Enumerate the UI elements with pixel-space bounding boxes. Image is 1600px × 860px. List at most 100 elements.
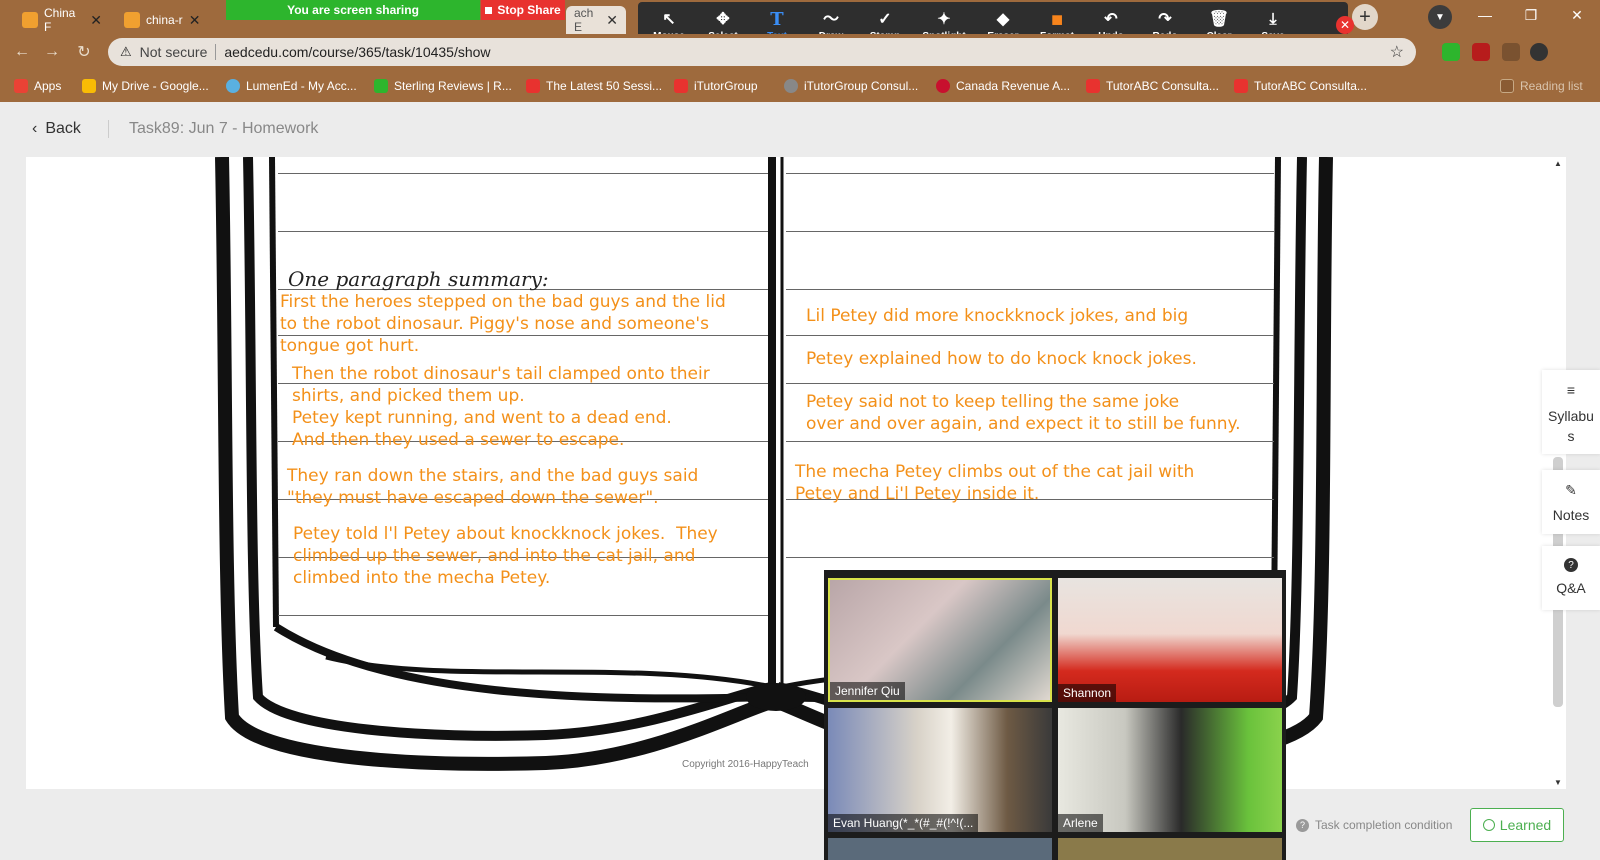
bookmark-item[interactable]: LumenEd - My Acc... [226, 77, 357, 95]
qa-button[interactable]: ? Q&A [1542, 546, 1600, 610]
itutor-icon [1234, 79, 1248, 93]
divider [215, 44, 217, 60]
ruled-line [786, 557, 1274, 558]
syllabus-button[interactable]: ≡ Syllabus [1542, 370, 1600, 454]
bookmark-item[interactable]: The Latest 50 Sessi... [526, 77, 662, 95]
undo-icon: ↶ [1104, 10, 1118, 28]
site-favicon-icon [124, 12, 140, 28]
tab-search-icon[interactable]: ▼ [1428, 5, 1452, 29]
bookmark-item[interactable]: My Drive - Google... [82, 77, 209, 95]
task-completion-condition[interactable]: ? Task completion condition [1296, 818, 1452, 832]
participant-video[interactable] [828, 838, 1052, 860]
bookmark-item[interactable]: Sterling Reviews | R... [374, 77, 512, 95]
format-color-icon: ■ [1050, 8, 1064, 31]
question-icon: ? [1296, 818, 1309, 832]
participant-video[interactable]: Shannon [1058, 578, 1282, 702]
address-bar[interactable]: ⚠ Not secure aedcedu.com/course/365/task… [108, 38, 1416, 66]
close-tab-icon[interactable]: ✕ [606, 12, 618, 29]
page-title: Task89: Jun 7 - Homework [129, 120, 319, 137]
stop-share-label: Stop Share [497, 3, 561, 17]
notes-button[interactable]: ✎ Notes [1542, 470, 1600, 534]
annotation-text[interactable]: Petey said not to keep telling the same … [806, 391, 1241, 435]
scroll-up-arrow-icon[interactable]: ▲ [1550, 159, 1566, 168]
participant-name: Evan Huang(*_*(#_#(!^!(... [828, 814, 979, 832]
bookmark-star-icon[interactable]: ☆ [1390, 42, 1404, 62]
move-icon: ✥ [716, 10, 730, 28]
question-circle-icon: ? [1564, 558, 1578, 572]
annotation-text[interactable]: The mecha Petey climbs out of the cat ja… [795, 461, 1194, 505]
forward-arrow-icon[interactable]: → [42, 42, 62, 62]
lumened-icon [226, 79, 240, 93]
minimize-icon[interactable]: — [1462, 0, 1508, 30]
profile-avatar[interactable] [1530, 43, 1548, 61]
circle-icon [1482, 819, 1495, 831]
reading-list[interactable]: Reading list [1500, 77, 1583, 95]
annotation-text[interactable]: They ran down the stairs, and the bad gu… [287, 465, 698, 509]
text-icon: T [770, 8, 784, 30]
back-arrow-icon[interactable]: ← [12, 42, 32, 62]
bookmark-item[interactable]: iTutorGroup [674, 77, 758, 95]
worksheet-viewer[interactable]: One paragraph summary: First the heroes … [26, 157, 1550, 789]
close-tab-icon[interactable]: ✕ [189, 12, 201, 29]
tab-label: ach E [574, 6, 594, 34]
back-label: Back [45, 120, 81, 137]
reload-icon[interactable]: ↻ [74, 42, 94, 62]
extension-icon[interactable] [1442, 43, 1460, 61]
new-tab-button[interactable]: + [1352, 4, 1378, 30]
browser-tab[interactable]: China F ✕ [14, 6, 110, 34]
restore-icon[interactable]: ❐ [1508, 0, 1554, 30]
ruled-line [786, 441, 1274, 442]
stop-icon [485, 6, 493, 14]
open-book-illustration [215, 157, 1333, 771]
tab-label: china-r [146, 13, 183, 27]
browser-tab[interactable]: china-r ✕ [116, 6, 212, 34]
close-annotation-icon[interactable]: ✕ [1336, 16, 1354, 34]
chevron-left-icon: ‹ [32, 120, 38, 137]
maple-leaf-icon [936, 79, 950, 93]
site-favicon-icon [22, 12, 38, 28]
video-gallery-panel[interactable]: Jennifer Qiu Shannon Evan Huang(*_*(#_#(… [824, 570, 1286, 860]
extensions-puzzle-icon[interactable] [1502, 43, 1520, 61]
draw-icon: 〜 [822, 10, 839, 28]
bookmark-item[interactable]: TutorABC Consulta... [1086, 77, 1219, 95]
back-button[interactable]: ‹ Back [32, 120, 81, 138]
browser-tab-active[interactable]: ach E ✕ [566, 6, 626, 34]
participant-video[interactable]: Evan Huang(*_*(#_#(!^!(... [828, 708, 1052, 832]
annotation-text[interactable]: First the heroes stepped on the bad guys… [280, 291, 726, 357]
spotlight-icon: ✦ [937, 10, 951, 28]
screen-sharing-banner: You are screen sharing [226, 0, 480, 20]
ublock-extension-icon[interactable] [1472, 43, 1490, 61]
participant-video[interactable]: Jennifer Qiu [828, 578, 1052, 702]
close-tab-icon[interactable]: ✕ [90, 12, 102, 29]
participant-name: Shannon [1058, 684, 1117, 702]
checkmark-icon: ✓ [878, 10, 892, 28]
star-bookmark-icon [374, 79, 388, 93]
navigation-bar: ← → ↻ ⚠ Not secure aedcedu.com/course/36… [0, 34, 1600, 70]
itutor-icon [1086, 79, 1100, 93]
bookmark-item[interactable]: Apps [14, 77, 61, 95]
annotation-text[interactable]: Lil Petey did more knockknock jokes, and… [806, 305, 1188, 327]
ruled-line [786, 335, 1274, 336]
syllabus-label: Syllabus [1548, 408, 1594, 444]
learned-button[interactable]: Learned [1470, 808, 1564, 842]
annotation-text[interactable]: Petey explained how to do knock knock jo… [806, 348, 1197, 370]
share-status-text: You are screen sharing [287, 3, 419, 17]
itutor-icon [526, 79, 540, 93]
notes-label: Notes [1552, 507, 1590, 523]
bookmark-item[interactable]: TutorABC Consulta... [1234, 77, 1367, 95]
url-text: aedcedu.com/course/365/task/10435/show [224, 44, 491, 60]
scroll-down-arrow-icon[interactable]: ▼ [1550, 778, 1566, 787]
stop-share-button[interactable]: Stop Share [481, 0, 565, 20]
ruled-line [786, 173, 1274, 174]
participant-video[interactable] [1058, 838, 1282, 860]
globe-icon [784, 79, 798, 93]
close-window-icon[interactable]: ✕ [1554, 0, 1600, 30]
participant-video[interactable]: Arlene [1058, 708, 1282, 832]
security-status: Not secure [139, 44, 208, 60]
annotation-text[interactable]: Petey told l'l Petey about knockknock jo… [293, 523, 718, 589]
bookmark-item[interactable]: iTutorGroup Consul... [784, 77, 918, 95]
ruled-line [278, 615, 768, 616]
bookmark-item[interactable]: Canada Revenue A... [936, 77, 1070, 95]
annotation-text[interactable]: Then the robot dinosaur's tail clamped o… [292, 363, 710, 451]
itutor-icon [674, 79, 688, 93]
